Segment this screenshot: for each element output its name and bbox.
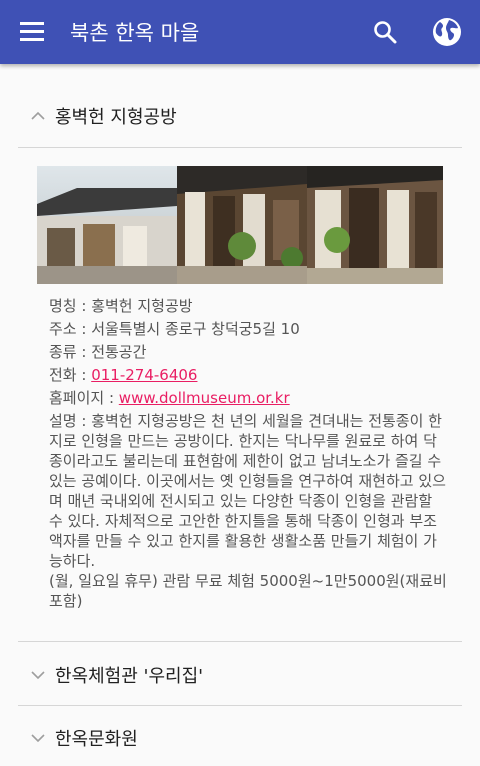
homepage-label: 홈페이지 : [49,389,119,407]
section-header-woorijib[interactable]: 한옥체험관 '우리집' [18,645,462,705]
chevron-down-icon [31,671,45,680]
section-title: 홍벽헌 지형공방 [55,107,177,128]
type-label: 종류 : [49,343,92,361]
address-label: 주소 : [49,320,92,338]
section-header-hongbyeokheon[interactable]: 홍벽헌 지형공방 [18,86,462,146]
section-header-hanok-culture[interactable]: 한옥문화원 [18,708,462,766]
divider [18,147,462,148]
chevron-down-icon [31,734,45,743]
place-details: 명칭 : 홍벽헌 지형공방 주소 : 서울특별시 종로구 창덕궁5길 10 종류… [49,296,449,611]
globe-icon[interactable] [431,16,463,48]
place-address: 서울특별시 종로구 창덕궁5길 10 [91,320,300,338]
section-title: 한옥체험관 '우리집' [55,666,204,687]
phone-link[interactable]: 011-274-6406 [91,366,197,384]
search-icon[interactable] [372,19,398,45]
section-title: 한옥문화원 [55,729,138,750]
address-row: 주소 : 서울특별시 종로구 창덕궁5길 10 [49,319,449,339]
chevron-up-icon [31,111,45,120]
divider [18,641,462,642]
homepage-row: 홈페이지 : www.dollmuseum.or.kr [49,388,449,408]
place-type: 전통공간 [91,343,147,361]
phone-label: 전화 : [49,366,92,384]
place-fee: (월, 일요일 휴무) 관람 무료 체험 5000원~1만5000원(재료비 포… [49,572,447,610]
app-title: 북촌 한옥 마을 [70,21,200,45]
name-row: 명칭 : 홍벽헌 지형공방 [49,296,449,316]
hanok-photo [37,166,443,284]
name-label: 명칭 : [49,297,92,315]
app-bar: 북촌 한옥 마을 [0,0,480,64]
phone-row: 전화 : 011-274-6406 [49,365,449,385]
type-row: 종류 : 전통공간 [49,342,449,362]
homepage-link[interactable]: www.dollmuseum.or.kr [119,389,290,407]
place-description: 설명 : 홍벽헌 지형공방은 천 년의 세월을 견뎌내는 전통종이 한지로 인형… [49,412,446,570]
divider [18,705,462,706]
menu-icon[interactable] [20,22,44,42]
place-name: 홍벽헌 지형공방 [91,297,193,315]
